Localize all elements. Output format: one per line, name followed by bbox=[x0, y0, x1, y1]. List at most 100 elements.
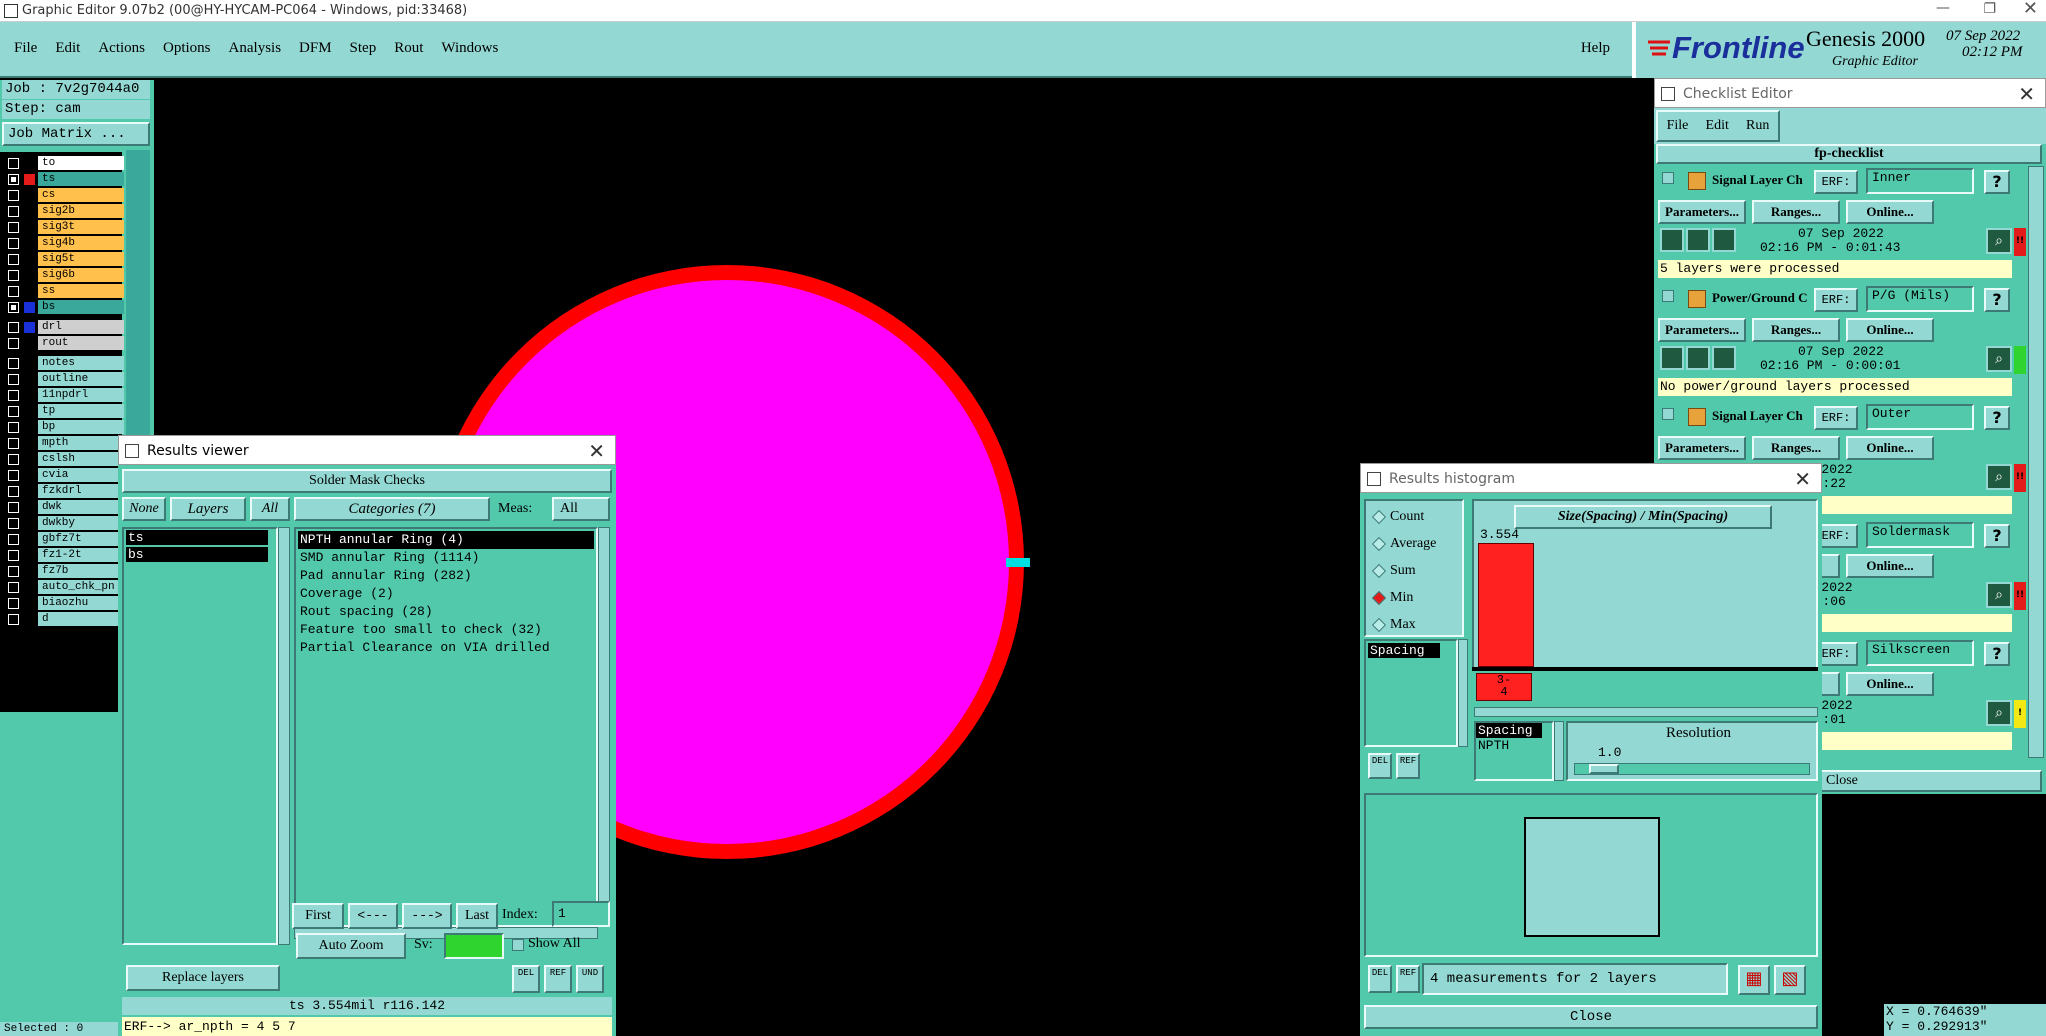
stat-option-sum[interactable]: Sum bbox=[1371, 561, 1416, 581]
checklist-menu-run[interactable]: Run bbox=[1746, 118, 1769, 134]
layer-name[interactable]: 11npdrl bbox=[38, 388, 124, 402]
ref-button[interactable]: REF bbox=[544, 965, 572, 993]
layer-name[interactable]: to bbox=[38, 156, 124, 170]
layer-name[interactable]: cs bbox=[38, 188, 124, 202]
categories-button[interactable]: Categories (7) bbox=[294, 497, 490, 521]
help-menu[interactable]: Help bbox=[1581, 40, 1610, 57]
layer-checkbox[interactable] bbox=[8, 374, 19, 385]
menu-analysis[interactable]: Analysis bbox=[229, 40, 282, 57]
resolution-slider-thumb[interactable] bbox=[1589, 764, 1619, 774]
layer-checkbox[interactable] bbox=[8, 566, 19, 577]
layer-checkbox[interactable] bbox=[8, 158, 19, 169]
resolution-slider[interactable] bbox=[1574, 763, 1810, 775]
spacing-list-item[interactable]: Spacing bbox=[1368, 643, 1440, 658]
checklist-menu-edit[interactable]: Edit bbox=[1706, 118, 1729, 134]
zoom-results-icon[interactable]: ⌕ bbox=[1986, 464, 2012, 490]
menu-options[interactable]: Options bbox=[163, 40, 211, 57]
layers-button[interactable]: Layers bbox=[170, 497, 246, 521]
parameters-button[interactable]: Parameters... bbox=[1658, 436, 1746, 460]
help-icon[interactable]: ? bbox=[1984, 406, 2010, 430]
layer-name[interactable]: cslsh bbox=[38, 452, 124, 466]
layer-checkbox[interactable] bbox=[8, 390, 19, 401]
layer-checkbox[interactable] bbox=[8, 322, 19, 333]
category-item[interactable]: NPTH annular Ring (4) bbox=[298, 531, 594, 549]
layer-name[interactable]: dwk bbox=[38, 500, 124, 514]
layer-checkbox[interactable] bbox=[8, 470, 19, 481]
layer-name[interactable]: biaozhu bbox=[38, 596, 124, 610]
layer-row[interactable]: sig5t bbox=[4, 252, 124, 267]
zoom-results-icon[interactable]: ⌕ bbox=[1986, 700, 2012, 726]
online-button[interactable]: Online... bbox=[1846, 554, 1934, 578]
checklist-close-icon[interactable]: ✕ bbox=[2018, 79, 2035, 109]
layer-name[interactable]: ss bbox=[38, 284, 124, 298]
layer-checkbox[interactable] bbox=[8, 454, 19, 465]
layer-checkbox[interactable] bbox=[8, 614, 19, 625]
last-button[interactable]: Last bbox=[456, 903, 498, 929]
stat-option-average[interactable]: Average bbox=[1371, 534, 1436, 554]
next-button[interactable]: ---> bbox=[402, 903, 452, 929]
layer-row[interactable]: ts bbox=[4, 172, 124, 187]
und-button[interactable]: UND bbox=[576, 965, 604, 993]
categories-list[interactable]: NPTH annular Ring (4) SMD annular Ring (1… bbox=[294, 527, 598, 927]
layer-checkbox[interactable] bbox=[8, 190, 19, 201]
layer-row[interactable]: bs bbox=[4, 300, 124, 315]
layer-checkbox[interactable] bbox=[8, 598, 19, 609]
categories-scrollbar[interactable] bbox=[598, 527, 610, 927]
layer-checkbox[interactable] bbox=[8, 422, 19, 433]
menu-step[interactable]: Step bbox=[350, 40, 377, 57]
checklist-scrollbar[interactable] bbox=[2028, 166, 2044, 758]
layer-name[interactable]: sig6b bbox=[38, 268, 124, 282]
zoom-results-icon[interactable]: ⌕ bbox=[1986, 346, 2012, 372]
spacing-list-scrollbar[interactable] bbox=[1458, 639, 1468, 747]
run-icon[interactable] bbox=[1660, 346, 1684, 370]
menu-dfm[interactable]: DFM bbox=[299, 40, 332, 57]
layer-name[interactable]: sig3t bbox=[38, 220, 124, 234]
spacing-list[interactable]: Spacing bbox=[1364, 639, 1458, 747]
layer-row[interactable]: d bbox=[4, 612, 124, 627]
hist-del-button[interactable]: DEL bbox=[1368, 753, 1392, 779]
run-icon[interactable] bbox=[1660, 228, 1684, 252]
layer-name[interactable]: ts bbox=[38, 172, 124, 186]
layer-name[interactable]: fz7b bbox=[38, 564, 124, 578]
online-button[interactable]: Online... bbox=[1846, 200, 1934, 224]
layer-row[interactable]: 11npdrl bbox=[4, 388, 124, 403]
layer-name[interactable]: notes bbox=[38, 356, 124, 370]
layer-row[interactable]: fzkdrl bbox=[4, 484, 124, 499]
layer-row[interactable]: gbfz7t bbox=[4, 532, 124, 547]
histogram-titlebar[interactable]: Results histogram ✕ bbox=[1360, 463, 1822, 493]
results-viewer-titlebar[interactable]: Results viewer ✕ bbox=[118, 435, 616, 465]
run-all-icon[interactable] bbox=[1712, 228, 1736, 252]
layer-name[interactable]: cvia bbox=[38, 468, 124, 482]
layer-name[interactable]: fz1-2t bbox=[38, 548, 124, 562]
layer-checkbox[interactable] bbox=[8, 582, 19, 593]
erf-value[interactable]: Outer bbox=[1866, 404, 1974, 430]
ranges-button[interactable]: Ranges... bbox=[1752, 318, 1840, 342]
ranges-button[interactable]: Ranges... bbox=[1752, 436, 1840, 460]
layer-checkbox[interactable] bbox=[8, 302, 19, 313]
auto-zoom-select[interactable]: Auto Zoom bbox=[296, 933, 406, 959]
category-item[interactable]: SMD annular Ring (1114) bbox=[298, 549, 594, 567]
layer-checkbox[interactable] bbox=[8, 238, 19, 249]
layer-row[interactable]: outline bbox=[4, 372, 124, 387]
histogram-hscrollbar[interactable] bbox=[1474, 707, 1818, 717]
category-item[interactable]: Pad annular Ring (282) bbox=[298, 567, 594, 585]
layer-checkbox[interactable] bbox=[8, 254, 19, 265]
results-viewer-close-icon[interactable]: ✕ bbox=[588, 436, 605, 466]
layer-checkbox[interactable] bbox=[8, 286, 19, 297]
check-name[interactable]: Signal Layer Ch bbox=[1712, 408, 1810, 424]
parameters-button[interactable]: Parameters... bbox=[1658, 200, 1746, 224]
menu-file[interactable]: File bbox=[14, 40, 37, 57]
online-button[interactable]: Online... bbox=[1846, 318, 1934, 342]
show-all-checkbox[interactable] bbox=[512, 939, 524, 951]
measurement-list[interactable]: Spacing NPTH bbox=[1474, 721, 1554, 781]
layer-row[interactable]: auto_chk_pn bbox=[4, 580, 124, 595]
layer-row[interactable]: drl bbox=[4, 320, 124, 335]
histogram-close-button[interactable]: Close bbox=[1364, 1005, 1818, 1029]
checklist-close-button[interactable]: Close bbox=[1820, 770, 2042, 792]
check-enable-checkbox[interactable] bbox=[1662, 290, 1674, 302]
layer-row[interactable]: dwk bbox=[4, 500, 124, 515]
close-button[interactable]: ✕ bbox=[2023, 0, 2038, 19]
layer-row[interactable]: sig3t bbox=[4, 220, 124, 235]
layer-checkbox[interactable] bbox=[8, 358, 19, 369]
layer-row[interactable]: sig6b bbox=[4, 268, 124, 283]
